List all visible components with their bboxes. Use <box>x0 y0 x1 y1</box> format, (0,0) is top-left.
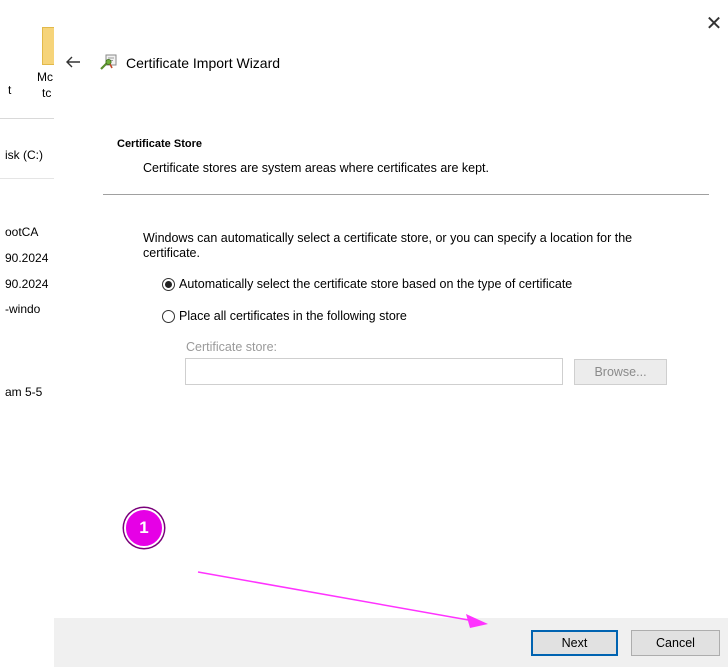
certificate-store-field[interactable] <box>185 358 563 385</box>
radio-button-checked[interactable] <box>162 277 175 291</box>
toolbar-divider <box>0 118 54 119</box>
background-explorer-window: t Mc tc isk (C:) ootCA 90.2024 90.2024 -… <box>0 0 54 667</box>
address-bar-fragment[interactable]: isk (C:) <box>5 148 43 162</box>
section-heading: Certificate Store <box>117 138 202 150</box>
close-icon[interactable]: ✕ <box>704 14 724 34</box>
radio-label[interactable]: Place all certificates in the following … <box>179 309 407 323</box>
certificate-store-label: Certificate store: <box>186 340 278 354</box>
file-row[interactable]: am 5-5 <box>5 385 42 399</box>
file-row[interactable]: 90.2024 <box>5 251 48 265</box>
description-text: Windows can automatically select a certi… <box>143 231 633 260</box>
next-button[interactable]: Next <box>531 630 618 656</box>
file-row[interactable]: 90.2024 <box>5 277 48 291</box>
wizard-title: Certificate Import Wizard <box>126 55 281 71</box>
back-arrow-icon[interactable] <box>64 53 82 71</box>
step-number-badge: 1 <box>124 508 164 548</box>
header-divider <box>103 194 709 195</box>
radio-option-auto-select[interactable]: Automatically select the certificate sto… <box>162 277 572 291</box>
section-subtitle: Certificate stores are system areas wher… <box>143 161 489 175</box>
toolbar-label-fragment: tc <box>42 86 52 100</box>
radio-option-place-in-store[interactable]: Place all certificates in the following … <box>162 309 407 323</box>
certificate-wizard-icon <box>100 53 118 71</box>
file-row[interactable]: ootCA <box>5 225 38 239</box>
radio-label[interactable]: Automatically select the certificate sto… <box>179 277 572 291</box>
folder-icon <box>42 27 54 65</box>
file-row[interactable]: -windo <box>5 302 40 316</box>
radio-button-unchecked[interactable] <box>162 309 175 323</box>
cancel-button[interactable]: Cancel <box>631 630 720 656</box>
browse-button[interactable]: Browse... <box>574 359 667 385</box>
certificate-import-wizard: ✕ Certificate Import Wizard Certificate … <box>54 0 728 667</box>
toolbar-label-fragment: Mc <box>37 70 53 84</box>
wizard-footer: Next Cancel <box>54 618 728 667</box>
address-divider <box>0 178 54 179</box>
toolbar-label-fragment: t <box>8 83 12 97</box>
